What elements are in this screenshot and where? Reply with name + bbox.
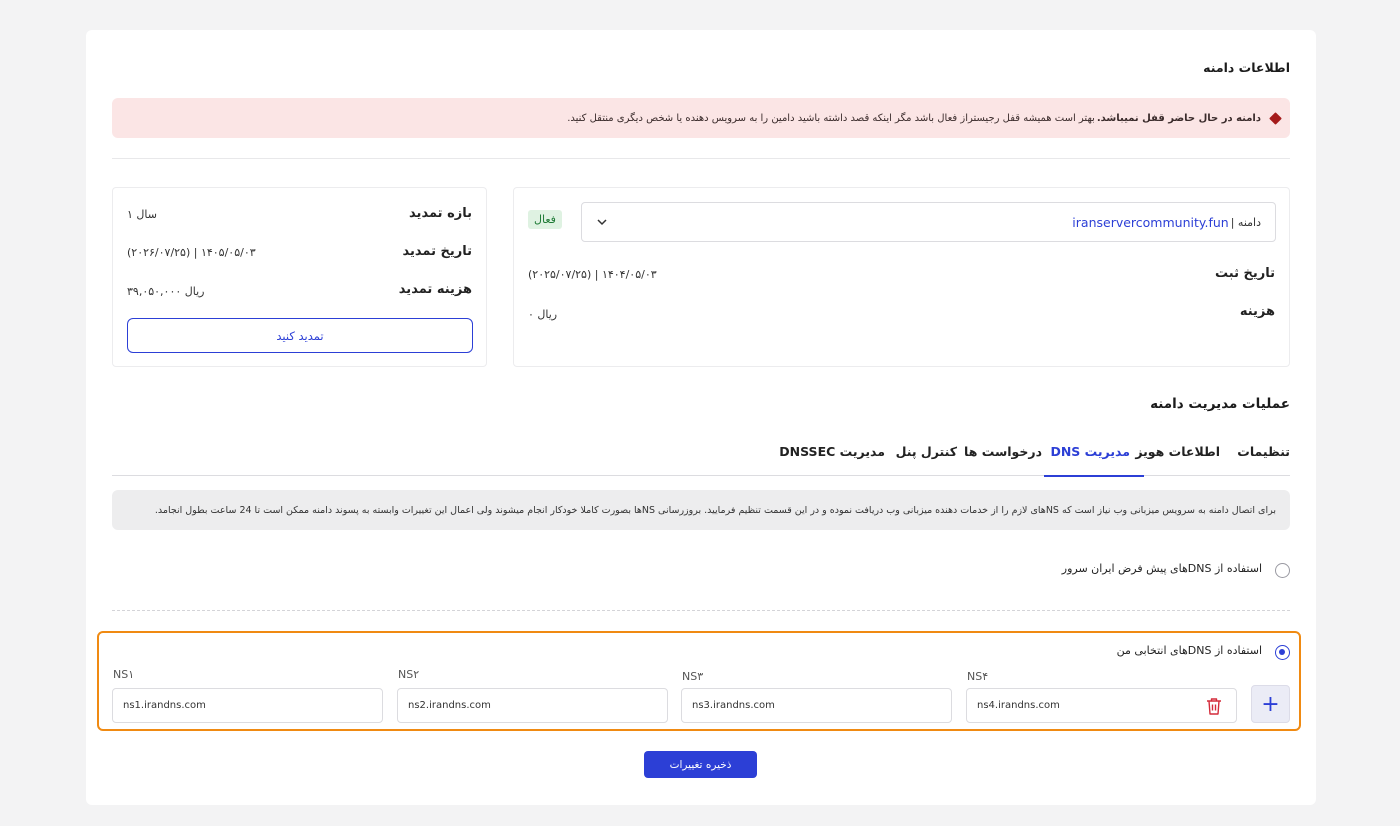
alert-bold-text: دامنه در حال حاضر قفل نمیباشد. [1096, 112, 1261, 124]
ns1-input[interactable]: ns1.irandns.com [112, 688, 383, 723]
ns1-label: NS۱ [113, 668, 135, 681]
tab-control-panel[interactable]: کنترل پنل [896, 444, 957, 459]
domain-box: دامنه | iranservercommunity.fun فعال تار… [513, 187, 1290, 367]
ns2-label: NS۲ [398, 668, 420, 681]
tab-requests[interactable]: درخواست ها [964, 444, 1042, 459]
alert-text: بهتر است همیشه قفل رجیستراز فعال باشد مگ… [567, 112, 1095, 124]
ns3-input[interactable]: ns3.irandns.com [681, 688, 952, 723]
domain-card: اطلاعات دامنه دامنه در حال حاضر قفل نمیب… [86, 30, 1316, 805]
domain-select-label: دامنه | [1230, 215, 1261, 229]
tab-dns[interactable]: مدیریت DNS [1050, 444, 1130, 459]
save-button[interactable]: ذخیره تغییرات [644, 751, 757, 778]
chevron-down-icon [597, 219, 607, 226]
reg-date-label: تاریخ ثبت [1215, 266, 1275, 281]
tab-whois[interactable]: اطلاعات هویز [1135, 444, 1220, 459]
renew-button[interactable]: تمدید کنید [127, 318, 473, 353]
dashed-divider [112, 610, 1290, 611]
renewal-box: بازه تمدید ۱ سال تاریخ تمدید (۲۰۲۶/۰۷/۲۵… [112, 187, 487, 367]
tab-settings[interactable]: تنظیمات [1237, 444, 1290, 459]
add-ns-button[interactable]: + [1251, 685, 1290, 723]
default-dns-label: استفاده از DNSهای پیش فرض ایران سرور [1061, 562, 1262, 575]
renewal-date-value: (۲۰۲۶/۰۷/۲۵) | ۱۴۰۵/۰۵/۰۳ [127, 246, 256, 259]
renewal-cost-label: هزینه تمدید [398, 282, 472, 297]
radio-custom-dns[interactable] [1275, 645, 1290, 660]
radio-default-dns[interactable] [1275, 563, 1290, 578]
ns3-label: NS۳ [682, 670, 704, 683]
tab-bar: تنظیمات اطلاعات هویز مدیریت DNS درخواست … [112, 430, 1290, 477]
renewal-cost-value: ۳۹,۰۵۰,۰۰۰ ریال [127, 285, 205, 298]
ns4-label: NS۴ [967, 670, 989, 683]
diamond-alert-icon [1269, 111, 1282, 125]
ns4-input[interactable]: ns4.irandns.com [977, 700, 1060, 711]
domain-select[interactable]: دامنه | iranservercommunity.fun [581, 202, 1276, 242]
cost-value: ۰ ریال [528, 308, 558, 321]
renewal-date-label: تاریخ تمدید [402, 244, 472, 259]
dns-info-text: برای اتصال دامنه به سرویس میزبانی وب نیا… [154, 504, 1276, 516]
tab-dnssec[interactable]: مدیریت DNSSEC [779, 444, 885, 459]
divider [112, 158, 1290, 159]
renewal-period-value: ۱ سال [127, 208, 157, 221]
ns4-field: ns4.irandns.com [966, 688, 1237, 723]
status-badge: فعال [528, 210, 562, 229]
reg-date-value: (۲۰۲۵/۰۷/۲۵) | ۱۴۰۴/۰۵/۰۳ [528, 268, 657, 281]
ns2-input[interactable]: ns2.irandns.com [397, 688, 668, 723]
trash-icon[interactable] [1206, 697, 1222, 715]
renewal-period-label: بازه تمدید [409, 206, 472, 221]
custom-dns-label: استفاده از DNSهای انتخابی من [1116, 644, 1262, 657]
domain-select-value: iranservercommunity.fun [1072, 214, 1229, 230]
dns-info-box: برای اتصال دامنه به سرویس میزبانی وب نیا… [112, 490, 1290, 530]
cost-label: هزینه [1239, 304, 1275, 319]
domain-info-title: اطلاعات دامنه [1203, 60, 1290, 75]
active-tab-indicator [1044, 475, 1144, 477]
lock-alert: دامنه در حال حاضر قفل نمیباشد. بهتر است … [112, 98, 1290, 138]
management-title: عملیات مدیریت دامنه [1150, 396, 1290, 412]
